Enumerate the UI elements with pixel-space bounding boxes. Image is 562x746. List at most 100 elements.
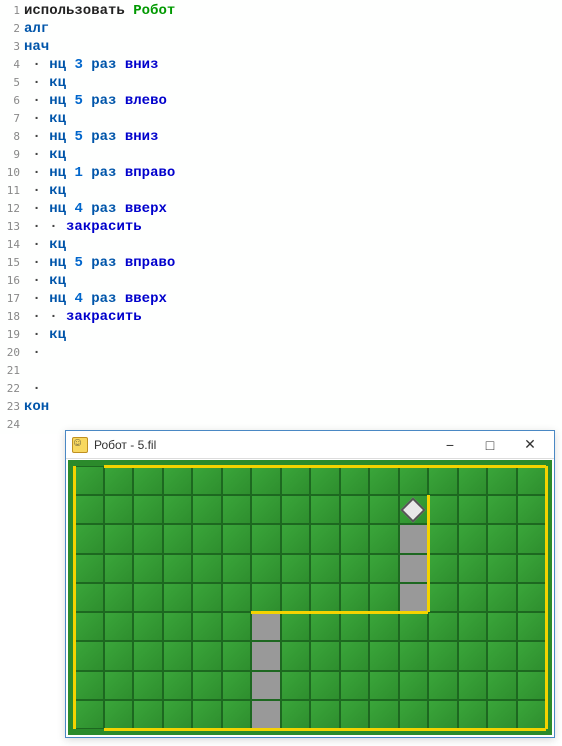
code-line[interactable]: · нц 5 раз вправо [24,254,562,272]
grid-cell [281,554,311,583]
code-line[interactable]: использовать Робот [24,2,562,20]
grid-cell [74,524,104,553]
grid-cell [104,466,134,495]
close-button[interactable]: ✕ [510,433,550,457]
grid-cell [458,700,488,729]
grid-cell [222,554,252,583]
grid-cell [163,700,193,729]
grid-cell [222,641,252,670]
code-line[interactable]: · · закрасить [24,308,562,326]
grid-cell [487,641,517,670]
grid-cell [340,495,370,524]
code-line[interactable]: · кц [24,146,562,164]
grid-cell [192,524,222,553]
grid-cell [340,700,370,729]
grid-cell [487,700,517,729]
grid-cell [458,466,488,495]
code-line[interactable]: · нц 5 раз вниз [24,128,562,146]
grid-cell [281,583,311,612]
grid-cell [222,524,252,553]
code-line[interactable]: · нц 5 раз влево [24,92,562,110]
grid-cell [251,671,281,700]
grid-cell [310,671,340,700]
code-line[interactable]: · кц [24,74,562,92]
grid-cell [133,524,163,553]
grid-cell [399,466,429,495]
grid-cell [428,671,458,700]
window-title: Робот - 5.fil [94,438,430,452]
grid-cell [163,466,193,495]
grid-cell [458,495,488,524]
maximize-button[interactable]: □ [470,433,510,457]
grid-cell [74,554,104,583]
grid-cell [133,554,163,583]
grid-cell [163,495,193,524]
grid-cell [428,495,458,524]
grid-cell [517,524,547,553]
grid-cell [163,641,193,670]
code-line[interactable]: · нц 1 раз вправо [24,164,562,182]
grid-cell [251,583,281,612]
grid-cell [517,583,547,612]
grid-cell [399,700,429,729]
grid-cell [458,554,488,583]
grid-cell [281,612,311,641]
grid-cell [517,466,547,495]
code-line[interactable]: · [24,344,562,362]
grid-cell [74,612,104,641]
grid-cell [133,466,163,495]
grid-cell [517,495,547,524]
code-line[interactable]: · нц 4 раз вверх [24,290,562,308]
grid-cell [340,466,370,495]
grid-cell [74,641,104,670]
minimize-button[interactable]: − [430,433,470,457]
grid-cell [281,671,311,700]
grid-cell [74,583,104,612]
grid-cell [251,612,281,641]
grid-cell [163,524,193,553]
code-line[interactable]: · кц [24,326,562,344]
grid-cell [222,583,252,612]
grid-cell [74,700,104,729]
code-line[interactable]: · · закрасить [24,218,562,236]
grid-cell [281,700,311,729]
grid-cell [222,466,252,495]
titlebar[interactable]: Робот - 5.fil − □ ✕ [66,431,554,459]
code-line[interactable]: алг [24,20,562,38]
code-line[interactable]: · кц [24,110,562,128]
code-area[interactable]: использовать Роботалгнач · нц 3 раз вниз… [24,2,562,434]
grid-cell [281,495,311,524]
grid-cell [369,671,399,700]
code-line[interactable]: кон [24,398,562,416]
grid-cell [192,495,222,524]
grid-cell [487,466,517,495]
code-line[interactable]: · [24,380,562,398]
grid-cell [428,700,458,729]
code-line[interactable]: · кц [24,182,562,200]
grid-cell [104,495,134,524]
code-line[interactable]: · нц 4 раз вверх [24,200,562,218]
grid-cell [74,466,104,495]
grid-cell [340,554,370,583]
grid-cell [517,641,547,670]
grid-cell [487,583,517,612]
grid-cell [399,612,429,641]
grid-cell [428,554,458,583]
grid-cell [192,700,222,729]
grid-cell [369,583,399,612]
code-line[interactable]: нач [24,38,562,56]
grid-cell [163,612,193,641]
grid-cell [222,495,252,524]
code-line[interactable]: · нц 3 раз вниз [24,56,562,74]
code-line[interactable] [24,362,562,380]
grid-cell [104,671,134,700]
code-editor[interactable]: 123456789101112131415161718192021222324 … [0,0,562,434]
grid-cell [222,700,252,729]
code-line[interactable]: · кц [24,236,562,254]
code-line[interactable]: · кц [24,272,562,290]
grid-cell [340,641,370,670]
grid-cell [399,583,429,612]
grid-area[interactable] [68,460,552,735]
grid-cell [458,524,488,553]
grid-cell [458,583,488,612]
